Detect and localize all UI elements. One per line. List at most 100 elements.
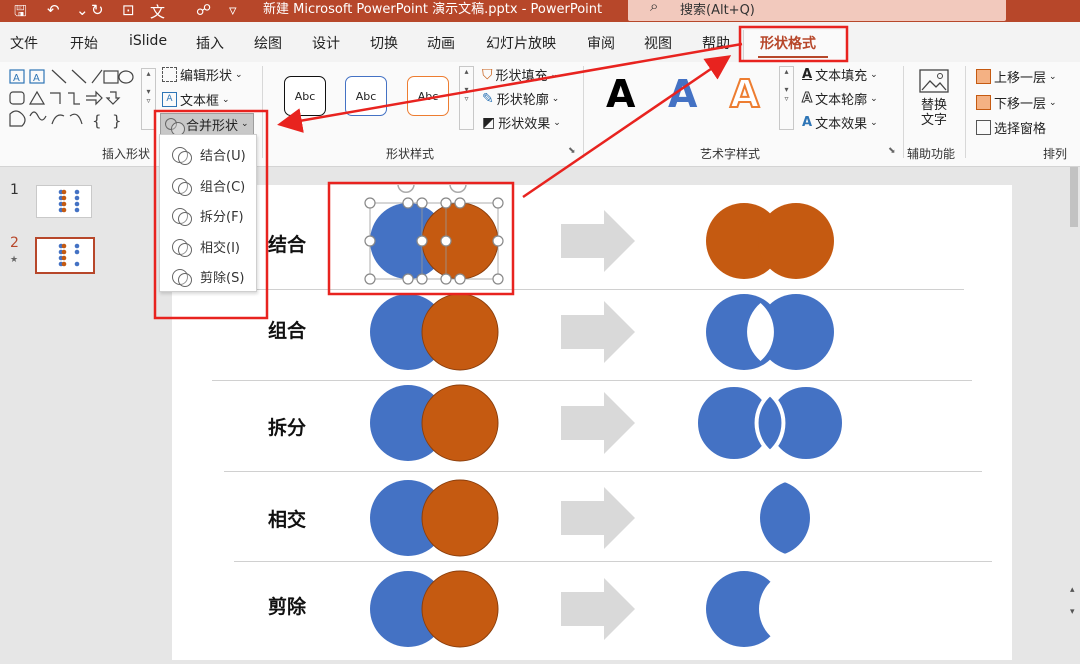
merge-shapes-icon [165,118,185,136]
vertical-scrollbar[interactable]: ▴ ▾ [1068,167,1080,664]
wordart-black[interactable]: A [606,72,635,116]
group-separator [965,66,966,158]
svg-text:A: A [33,73,40,84]
alt-text-label-1: 替换 [920,98,947,113]
alt-text-label-2: 文字 [920,113,947,128]
scroll-down-icon[interactable]: ▾ [1070,607,1075,617]
scrollbar-thumb[interactable] [1070,167,1078,227]
svg-text:}: } [112,112,122,130]
shape-effects-icon: ◩ [482,114,496,131]
rotate-handle-icon[interactable] [397,185,467,194]
shape-outline-label: 形状轮廓 [496,93,549,108]
search-icon: ⌕ [650,0,659,15]
shape-outline-button[interactable]: ✎ 形状轮廓 ⌄ [482,89,559,109]
text-effects-button[interactable]: A 文本效果 ⌄ [802,113,878,132]
tab-insert[interactable]: 插入 [196,33,224,53]
merge-union-item[interactable]: 结合(U) [172,145,246,165]
merge-shapes-button[interactable]: 合并形状 ⌄ [160,113,254,136]
shape-effects-button[interactable]: ◩ 形状效果 ⌄ [482,113,561,133]
dialog-launcher-icon[interactable]: ⬊ [568,146,576,156]
union-icon [172,146,192,165]
merge-shapes-menu: 结合(U) 组合(C) 拆分(F) 相交(I) 剪除(S) [159,134,257,292]
shape-style-sample-blue[interactable]: Abc [345,76,387,116]
fragment-result [694,383,846,463]
subtract-result [706,571,782,647]
subtract-icon [172,268,192,287]
tab-animations[interactable]: 动画 [427,33,455,53]
text-effects-icon: A [802,115,813,130]
orange-circle [421,479,499,557]
shape-styles-scroll[interactable]: ▴ ▾ ▿ [459,66,474,130]
scroll-up-icon[interactable]: ▴ [1070,585,1075,595]
merge-subtract-item[interactable]: 剪除(S) [172,267,244,287]
merge-fragment-item[interactable]: 拆分(F) [172,206,244,226]
send-backward-button[interactable]: 下移一层 ⌄ [976,93,1057,112]
text-fill-button[interactable]: A 文本填充 ⌄ [802,65,878,84]
orange-circle [421,384,499,462]
intersect-icon [172,238,192,257]
combine-result [706,294,834,370]
text-box-icon: A [162,92,177,107]
arrow-shape [561,578,635,640]
slide-canvas[interactable]: 结合 组合 拆分 相交 剪除 [172,185,1012,660]
text-outline-label: 文本轮廓 [815,93,868,108]
orange-circle[interactable] [421,202,499,280]
dialog-launcher-icon[interactable]: ⬊ [888,146,896,156]
text-box-button[interactable]: A 文本框 ⌄ [162,90,230,109]
svg-text:{: { [92,112,102,130]
edit-shape-button[interactable]: 编辑形状 ⌄ [162,65,243,84]
merge-fragment-label: 拆分(F) [200,210,244,225]
slide-thumbnail-2[interactable] [35,237,95,274]
shapes-gallery-scroll[interactable]: ▴ ▾ ▿ [141,68,156,130]
edit-shape-label: 编辑形状 [180,69,233,84]
tab-shape-format[interactable]: 形状格式 [743,30,848,62]
tab-view[interactable]: 视图 [644,33,672,53]
merge-intersect-item[interactable]: 相交(I) [172,237,240,257]
selection-pane-button[interactable]: 选择窗格 [976,118,1046,137]
shape-style-sample-orange[interactable]: Abc [407,76,449,116]
shapes-gallery[interactable]: A A {} [6,66,138,132]
wordart-gallery[interactable]: A A A [594,66,776,130]
slide-thumbnail-1[interactable] [36,185,92,218]
tab-home[interactable]: 开始 [70,33,98,53]
shape-style-sample-dark[interactable]: Abc [284,76,326,116]
tab-draw[interactable]: 绘图 [254,33,282,53]
merge-intersect-label: 相交(I) [200,241,240,256]
customize-icon[interactable]: ▿ [229,1,237,19]
wordart-scroll[interactable]: ▴ ▾ ▿ [779,66,794,130]
translate-icon[interactable]: 文 [150,1,165,22]
tab-slideshow[interactable]: 幻灯片放映 [486,33,556,53]
accessibility-group-label: 辅助功能 [907,147,956,161]
bring-forward-button[interactable]: 上移一层 ⌄ [976,67,1057,86]
wordart-orange-outline[interactable]: A [729,71,760,117]
tab-transitions[interactable]: 切换 [370,33,398,53]
tab-islide[interactable]: iSlide [129,33,167,49]
active-tab-underline [758,56,828,58]
slide-thumbnail-pane: 1 2 ★ [0,167,116,664]
alt-text-button[interactable]: 替换 文字 [913,68,955,138]
merge-combine-label: 组合(C) [200,180,246,195]
arrange-group-label: 排列 [1043,147,1068,161]
title-bar: 🖫 ↶ ⌄ ↻ ⊡ 文 ☍ ▿ 新建 Microsoft PowerPoint … [0,0,1080,22]
dropdown-icon[interactable]: ⌄ [76,1,89,19]
shape-fill-button[interactable]: ⛉ 形状填充 ⌄ [482,65,558,85]
tab-review[interactable]: 审阅 [587,33,615,53]
pen-icon: ✎ [482,90,494,107]
arrow-shape [561,487,635,549]
share-icon[interactable]: ☍ [196,1,211,19]
combine-icon [172,177,192,196]
redo-icon[interactable]: ↻ [91,1,104,19]
orange-circle [421,570,499,648]
search-box[interactable]: ⌕ 搜索(Alt+Q) [628,0,1006,21]
undo-icon[interactable]: ↶ [47,1,60,19]
tab-help[interactable]: 帮助 [702,33,730,53]
wordart-blue[interactable]: A [668,72,697,116]
slideshow-icon[interactable]: ⊡ [122,1,135,19]
text-outline-button[interactable]: A 文本轮廓 ⌄ [801,89,877,109]
intersect-result [760,480,810,556]
tab-file[interactable]: 文件 [10,33,38,53]
arrow-shape [561,210,635,272]
merge-combine-item[interactable]: 组合(C) [172,176,246,196]
tab-design[interactable]: 设计 [312,33,340,53]
bring-forward-icon [976,69,991,84]
